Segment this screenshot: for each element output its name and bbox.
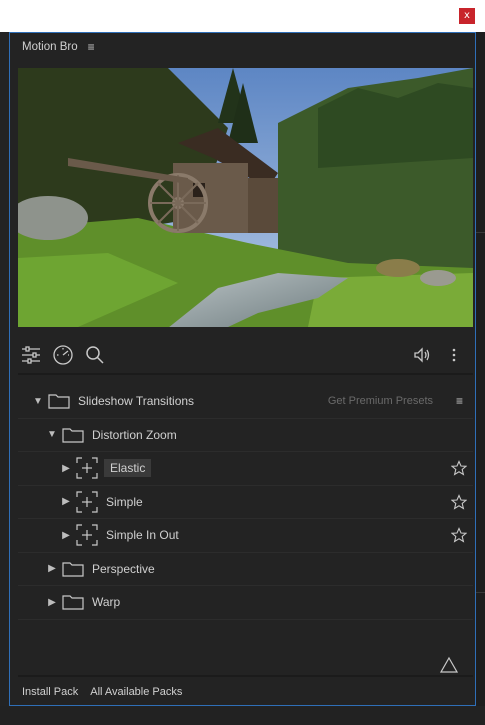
footer-divider xyxy=(18,675,473,677)
speedometer-icon[interactable] xyxy=(50,342,76,368)
close-button[interactable]: x xyxy=(459,8,475,24)
toolbar-divider xyxy=(18,373,473,375)
more-vert-icon[interactable] xyxy=(441,342,467,368)
preset-row-simple-in-out[interactable]: ▶ Simple In Out xyxy=(18,519,473,553)
preset-frame-icon xyxy=(76,524,98,546)
folder-icon xyxy=(62,595,84,610)
tree-label: Warp xyxy=(92,595,121,610)
collapsed-arrow-icon[interactable]: ▶ xyxy=(60,496,72,507)
panel-menu-icon[interactable]: ≡ xyxy=(88,40,95,54)
preset-label: Simple xyxy=(106,494,143,509)
panel-title: Motion Bro xyxy=(22,41,78,53)
sliders-icon[interactable] xyxy=(18,342,44,368)
collapsed-arrow-icon[interactable]: ▶ xyxy=(46,563,58,574)
volume-icon[interactable] xyxy=(409,342,435,368)
folder-icon xyxy=(48,394,70,409)
tree-row-perspective[interactable]: ▶ Perspective xyxy=(18,553,473,586)
panel-header: Motion Bro ≡ xyxy=(10,33,475,61)
window-titlebar: x xyxy=(0,0,485,32)
all-available-packs-button[interactable]: All Available Packs xyxy=(90,686,182,698)
preview-scene xyxy=(18,68,473,327)
tree-label: Distortion Zoom xyxy=(92,427,177,442)
collapsed-arrow-icon[interactable]: ▶ xyxy=(60,530,72,541)
collapsed-arrow-icon[interactable]: ▶ xyxy=(46,597,58,608)
star-icon[interactable] xyxy=(451,527,467,543)
preset-row-elastic[interactable]: ▶ Elastic xyxy=(18,452,473,486)
star-icon[interactable] xyxy=(451,460,467,476)
preset-row-simple[interactable]: ▶ Simple xyxy=(18,486,473,519)
tree-row-warp[interactable]: ▶ Warp xyxy=(18,586,473,620)
tree-label: Slideshow Transitions xyxy=(78,394,195,409)
tree-row-distortion-zoom[interactable]: ▼ Distortion Zoom xyxy=(18,419,473,452)
collapsed-arrow-icon[interactable]: ▶ xyxy=(60,463,72,474)
expanded-arrow-icon[interactable]: ▼ xyxy=(46,429,58,440)
install-pack-button[interactable]: Install Pack xyxy=(22,686,78,698)
preset-frame-icon xyxy=(76,491,98,513)
motion-bro-panel: Motion Bro ≡ ▼ Slideshow Transitions Get… xyxy=(9,32,476,706)
preset-label: Simple In Out xyxy=(106,528,179,543)
preset-tree: ▼ Slideshow Transitions Get Premium Pres… xyxy=(18,385,473,620)
warning-triangle-icon[interactable] xyxy=(440,656,458,674)
background-bottom-strip xyxy=(0,706,485,725)
background-left-edge xyxy=(0,32,9,725)
preview-image xyxy=(18,68,473,327)
tree-menu-icon[interactable]: ≡ xyxy=(456,394,463,408)
get-premium-presets-link[interactable]: Get Premium Presets xyxy=(328,395,433,407)
toolbar xyxy=(18,339,473,371)
background-right-edge xyxy=(476,32,485,725)
folder-icon xyxy=(62,428,84,443)
preset-frame-icon xyxy=(76,457,98,479)
tree-label: Perspective xyxy=(92,561,155,576)
panel-footer: Install Pack All Available Packs xyxy=(22,684,194,700)
expanded-arrow-icon[interactable]: ▼ xyxy=(32,396,44,407)
star-icon[interactable] xyxy=(451,493,467,510)
folder-icon xyxy=(62,562,84,577)
tree-row-slideshow-transitions[interactable]: ▼ Slideshow Transitions Get Premium Pres… xyxy=(18,385,473,419)
preset-label: Elastic xyxy=(104,459,152,478)
search-icon[interactable] xyxy=(82,342,108,368)
